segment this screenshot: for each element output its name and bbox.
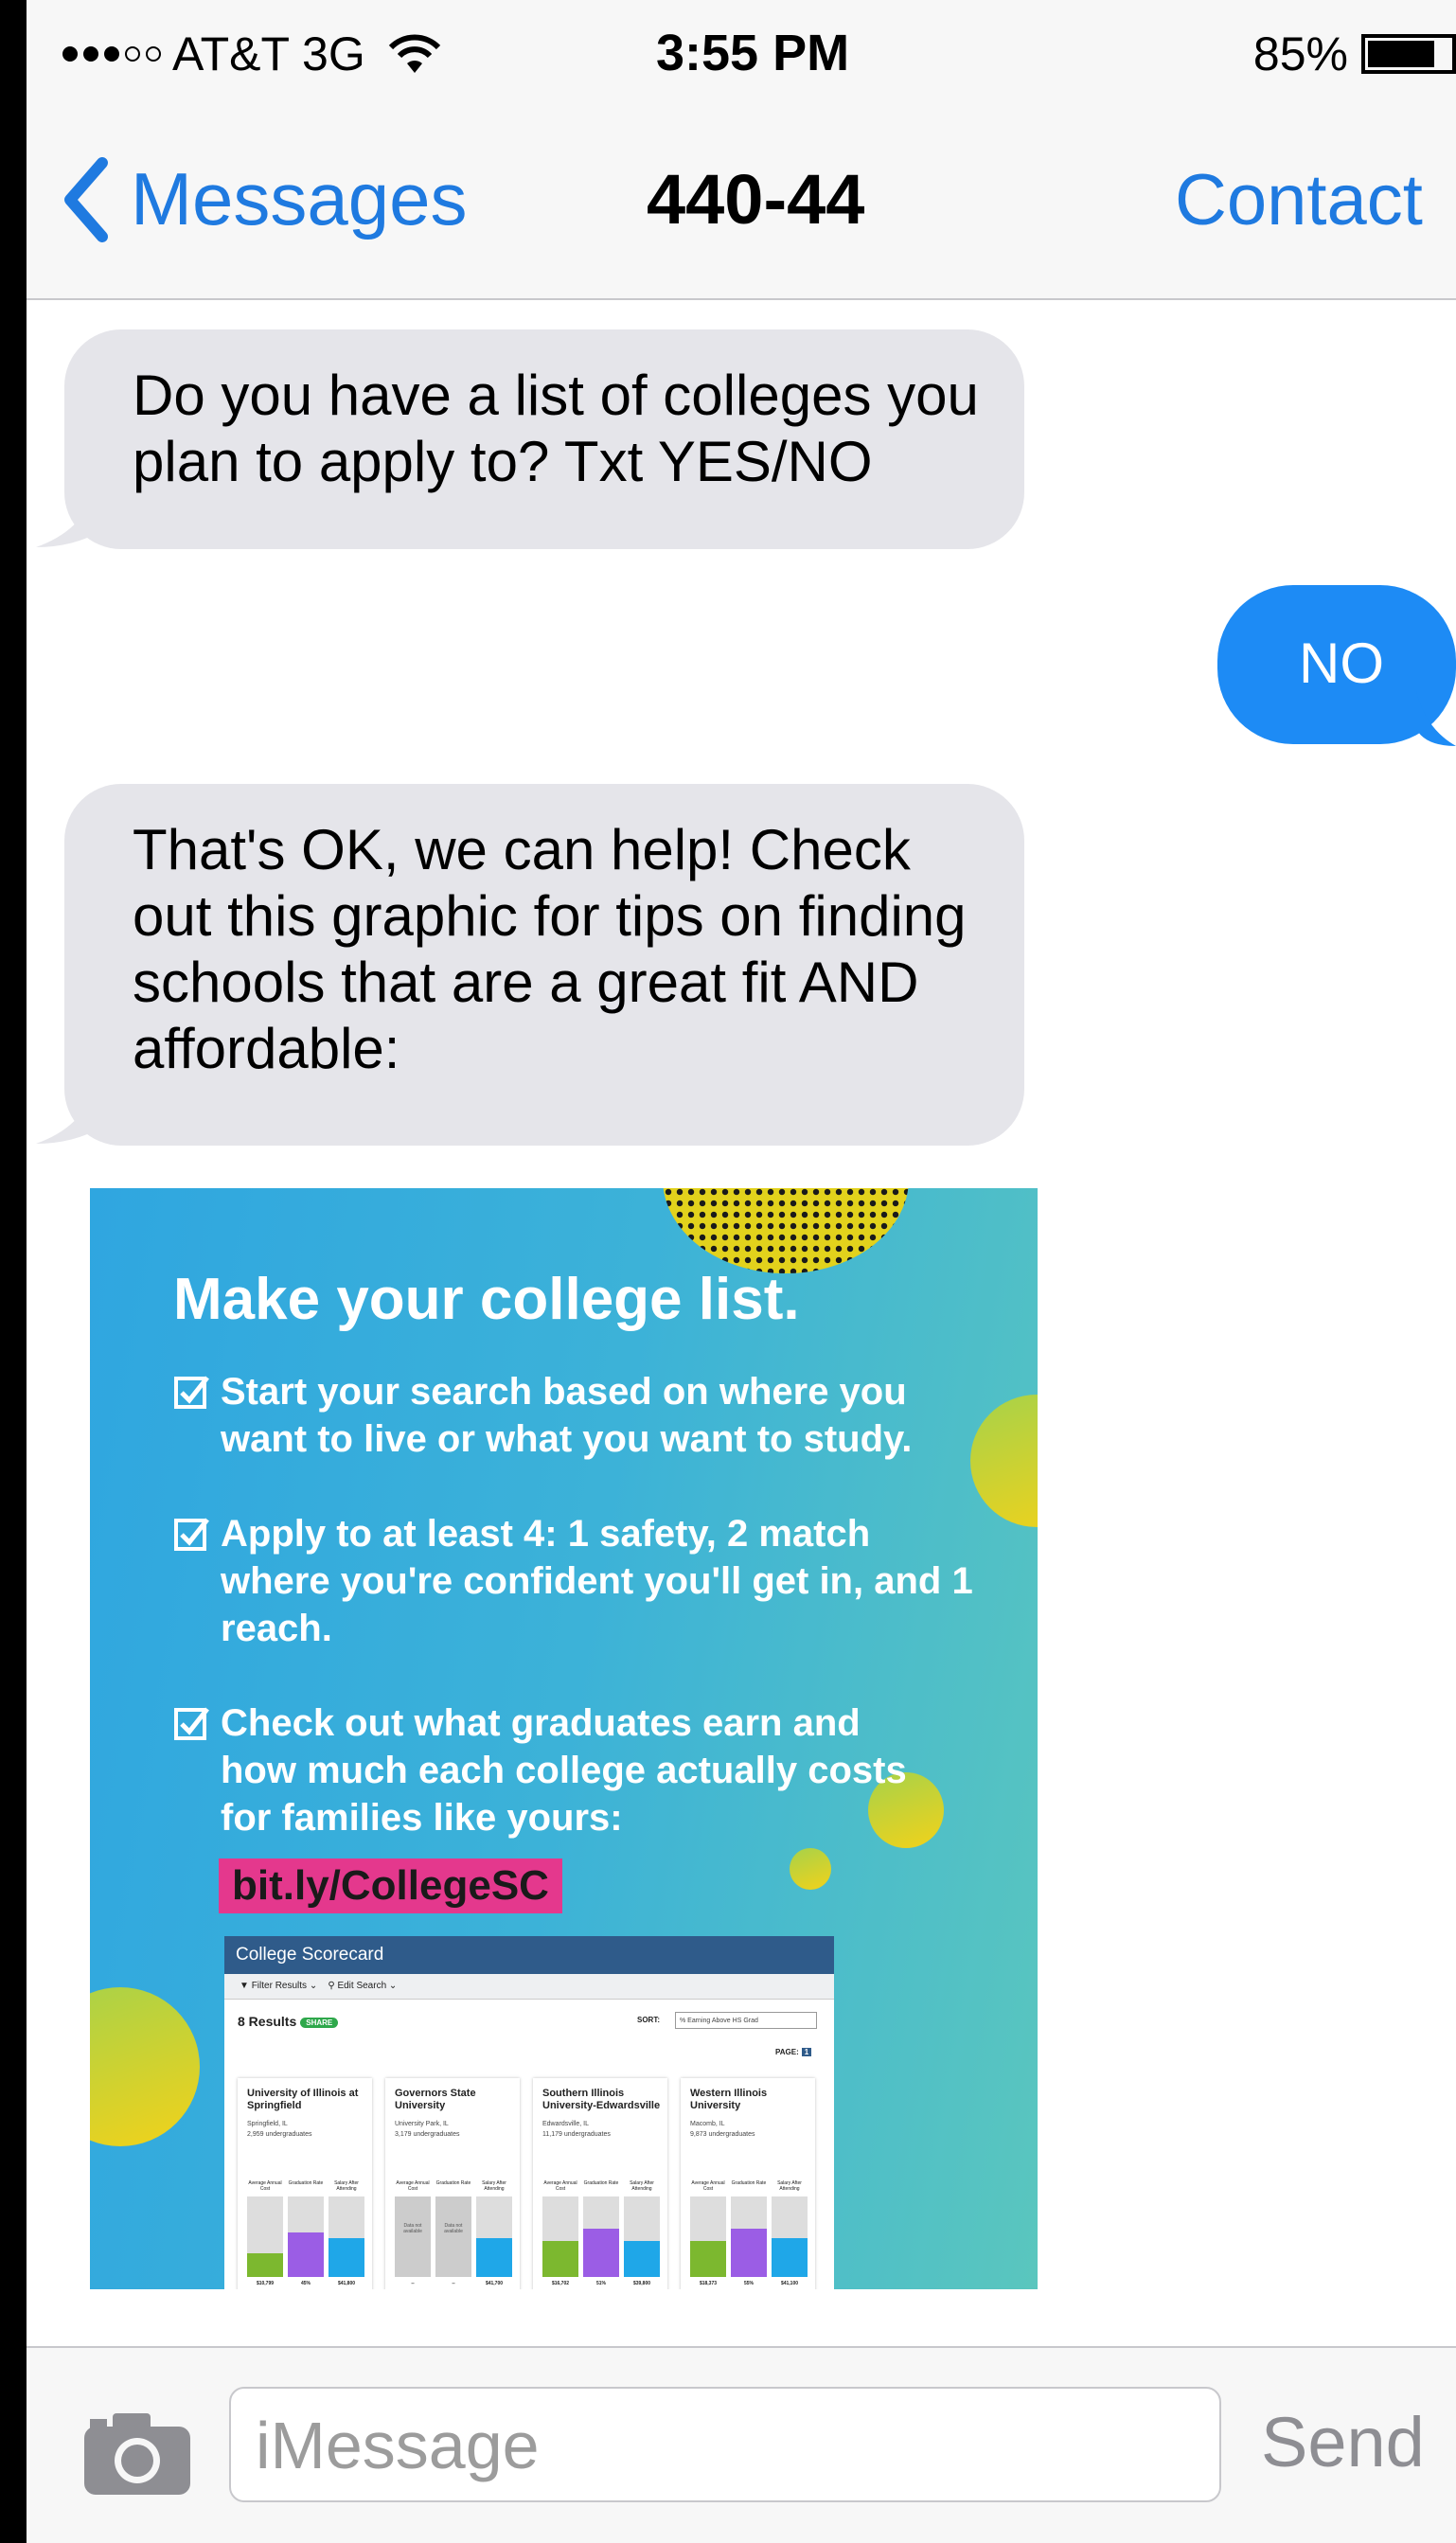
bar-salary: [476, 2196, 512, 2277]
school-name: Governors State University: [395, 2088, 476, 2111]
scorecard-link[interactable]: bit.ly/CollegeSC: [219, 1858, 562, 1913]
nav-bar: Messages 440-44 Contact: [27, 104, 1456, 300]
signal-dots-icon: [62, 46, 161, 62]
school-card: University of Illinois at Springfield Sp…: [238, 2078, 372, 2289]
compose-bar: Send: [27, 2346, 1456, 2543]
message-input[interactable]: [254, 2402, 1195, 2489]
checklist-text: Apply to at least 4: 1 safety, 2 match w…: [221, 1513, 973, 1649]
checklist-text: Start your search based on where you wan…: [221, 1371, 913, 1460]
conversation-title: 440-44: [647, 160, 865, 239]
bar-grad: Data not available: [435, 2196, 471, 2277]
sort-label: SORT:: [637, 2016, 660, 2024]
bar-group: [542, 2196, 660, 2277]
school-size: 2,959 undergraduates: [247, 2131, 312, 2138]
halftone-circle: [663, 1188, 909, 1273]
results-count: 8 Results SHARE: [238, 2014, 339, 2029]
checkbox-icon: [174, 1376, 209, 1409]
message-text: That's OK, we can help! Check out this g…: [133, 818, 967, 1080]
checkbox-icon: [174, 1518, 209, 1551]
chevron-left-icon: [64, 156, 108, 242]
carrier-label: AT&T 3G: [172, 27, 365, 80]
school-size: 3,179 undergraduates: [395, 2131, 460, 2138]
column-headers: Average Annual Cost Graduation Rate Salary…: [396, 2180, 506, 2192]
message-bubble-incoming[interactable]: Do you have a list of colleges you plan …: [64, 329, 1024, 549]
column-headers: Average Annual Cost Graduation Rate Salary…: [543, 2180, 654, 2192]
sort-select: % Earning Above HS Grad: [675, 2012, 817, 2029]
value-row: $10,799 45% $41,800: [256, 2281, 356, 2286]
filter-label: Filter Results: [251, 1981, 308, 1991]
clock: 3:55 PM: [656, 25, 850, 81]
message-text: Do you have a list of colleges you plan …: [133, 364, 979, 493]
column-headers: Average Annual Cost Graduation Rate Salary…: [691, 2180, 802, 2192]
battery-icon: [1361, 34, 1456, 74]
bar-salary: [772, 2196, 808, 2277]
bar-group: [690, 2196, 808, 2277]
value-row: $18,373 55% $41,100: [699, 2281, 799, 2286]
school-location: University Park, IL: [395, 2121, 449, 2127]
status-bar: AT&T 3G 3:55 PM 85%: [27, 0, 1456, 104]
edit-search-label: Edit Search: [337, 1981, 387, 1991]
camera-icon[interactable]: [80, 2410, 194, 2497]
filter-icon: ▼: [240, 1981, 252, 1991]
decor-circle: [970, 1395, 1038, 1527]
checkbox-icon: [174, 1707, 209, 1740]
value-row: -- -- $41,700: [411, 2281, 504, 2286]
bar-cost: [690, 2196, 726, 2277]
bar-grad: [583, 2196, 619, 2277]
decor-circle: [90, 1987, 200, 2146]
bar-grad: [731, 2196, 767, 2277]
scorecard-screenshot: College Scorecard ▼ Filter Results ⌄ ⚲ E…: [224, 1936, 834, 2289]
bubble-tail: [1416, 691, 1456, 746]
battery-percent: 85%: [1252, 27, 1348, 80]
school-name: Western Illinois University: [690, 2088, 768, 2111]
school-name: University of Illinois at Springfield: [247, 2088, 359, 2111]
graphic-title: Make your college list.: [173, 1267, 800, 1332]
page-indicator: PAGE: 1: [775, 2048, 812, 2056]
send-button[interactable]: Send: [1261, 2402, 1425, 2482]
school-name: Southern Illinois University-Edwardsvill…: [542, 2088, 661, 2111]
school-card: Governors State University University Pa…: [385, 2078, 520, 2289]
wifi-icon: [388, 34, 440, 73]
share-badge: SHARE: [300, 2017, 339, 2028]
bar-cost: [542, 2196, 578, 2277]
bar-salary: [624, 2196, 660, 2277]
bar-group: [247, 2196, 364, 2277]
school-location: Edwardsville, IL: [542, 2121, 590, 2127]
message-bubble-incoming[interactable]: That's OK, we can help! Check out this g…: [64, 784, 1024, 1146]
bar-group: Data not available Data not available: [395, 2196, 512, 2277]
school-size: 9,873 undergraduates: [690, 2131, 755, 2138]
school-size: 11,179 undergraduates: [542, 2131, 611, 2138]
status-right: 85%: [1253, 27, 1456, 81]
back-label: Messages: [131, 157, 468, 240]
search-icon: ⚲: [328, 1981, 338, 1991]
message-field[interactable]: [229, 2387, 1221, 2502]
school-location: Macomb, IL: [690, 2121, 725, 2127]
column-headers: Average Annual Cost Graduation Rate Salary…: [248, 2180, 359, 2192]
value-row: $16,702 51% $39,800: [551, 2281, 651, 2286]
messages-screen: AT&T 3G 3:55 PM 85% Messages 440-44 Cont…: [27, 0, 1456, 2543]
status-left: AT&T 3G: [62, 27, 443, 81]
college-list-graphic[interactable]: Make your college list. Start your searc…: [90, 1188, 1038, 2289]
bar-salary: [328, 2196, 364, 2277]
back-button[interactable]: Messages: [61, 156, 468, 242]
bar-grad: [288, 2196, 324, 2277]
message-text: NO: [1299, 631, 1384, 695]
scorecard-header: College Scorecard: [224, 1936, 834, 1974]
bar-cost: [247, 2196, 283, 2277]
school-location: Springfield, IL: [247, 2121, 288, 2127]
decor-circle: [790, 1848, 831, 1890]
contact-button[interactable]: Contact: [1175, 159, 1423, 241]
school-card: Southern Illinois University-Edwardsvill…: [533, 2078, 667, 2289]
bar-cost: Data not available: [395, 2196, 431, 2277]
school-card: Western Illinois University Macomb, IL 9…: [681, 2078, 815, 2289]
checklist-text: Check out what graduates earn and how mu…: [221, 1702, 907, 1839]
scorecard-toolbar: ▼ Filter Results ⌄ ⚲ Edit Search ⌄: [224, 1974, 834, 2000]
